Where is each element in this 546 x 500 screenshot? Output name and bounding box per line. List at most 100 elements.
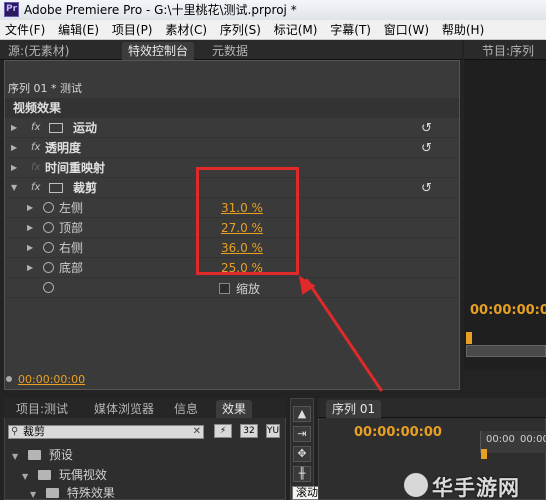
yuv-effects-button[interactable]: YU xyxy=(266,424,280,438)
ripple-edit-tool-icon[interactable]: ✥ xyxy=(293,446,311,462)
tree-item-toy-effects[interactable]: ▼ 玩偶视效 xyxy=(22,466,107,484)
tree-item-label: 玩偶视效 xyxy=(58,468,107,482)
prop-label: 底部 xyxy=(59,261,84,275)
rolling-edit-tool-icon[interactable]: ╫ xyxy=(293,466,311,482)
expand-arrow-icon[interactable]: ▶ xyxy=(11,158,17,178)
highlight-box xyxy=(196,167,299,275)
clear-search-icon[interactable]: ✕ xyxy=(193,426,201,438)
effect-name: 时间重映射 xyxy=(45,161,106,175)
fx-icon[interactable]: fx xyxy=(31,118,40,138)
search-value: 裁剪 xyxy=(23,425,45,438)
menu-marker[interactable]: 标记(M) xyxy=(269,20,322,40)
tab-metadata[interactable]: 元数据 xyxy=(206,42,254,60)
title-bar: Pr Adobe Premiere Pro - G:\十里桃花\测试.prpro… xyxy=(0,0,546,20)
tree-item-label: 特殊效果 xyxy=(66,486,115,500)
reset-icon[interactable]: ↺ xyxy=(421,179,437,199)
prop-label: 左侧 xyxy=(59,201,84,215)
top-tab-row: 源:(无素材) 特效控制台 元数据 xyxy=(0,40,462,60)
expand-arrow-icon[interactable]: ▶ xyxy=(11,118,17,138)
menu-clip[interactable]: 素材(C) xyxy=(160,20,211,40)
32bit-effects-button[interactable]: 32 xyxy=(240,424,258,438)
ruler-label: 00:00 xyxy=(520,434,546,445)
window-title: Adobe Premiere Pro - G:\十里桃花\测试.prproj * xyxy=(24,3,297,17)
effects-search-input[interactable]: ⚲ 裁剪 ✕ xyxy=(8,425,204,439)
watermark-logo-icon xyxy=(404,473,428,497)
menu-sequence[interactable]: 序列(S) xyxy=(215,20,265,40)
tab-info[interactable]: 信息 xyxy=(168,400,204,418)
zoom-label: 缩放 xyxy=(236,282,261,296)
tab-project[interactable]: 项目:测试 xyxy=(10,400,74,418)
expand-arrow-icon[interactable]: ▶ xyxy=(11,138,17,158)
stopwatch-icon[interactable] xyxy=(43,222,54,233)
premiere-app-icon: Pr xyxy=(4,2,19,17)
accelerated-effects-icon[interactable]: ⚡ xyxy=(214,424,232,438)
sequence-label: 序列 01 * 测试 xyxy=(8,82,82,95)
prop-label: 顶部 xyxy=(59,221,84,235)
fx-icon[interactable]: fx xyxy=(31,138,40,158)
expand-arrow-icon[interactable]: ▶ xyxy=(27,218,33,238)
menu-window[interactable]: 窗口(W) xyxy=(379,20,433,40)
tree-item-label: 预设 xyxy=(48,448,73,462)
crop-prop-zoom xyxy=(5,278,459,298)
track-select-tool-icon[interactable]: ⇥ xyxy=(293,426,311,442)
timeline-tab-row: 序列 01 xyxy=(318,398,546,418)
stopwatch-icon[interactable] xyxy=(43,202,54,213)
stopwatch-icon[interactable] xyxy=(43,242,54,253)
fx-icon-disabled: fx xyxy=(31,162,41,173)
playhead-dot-icon xyxy=(6,376,12,382)
expand-arrow-icon[interactable]: ▼ xyxy=(22,472,28,481)
program-monitor xyxy=(464,40,546,370)
effect-name: 裁剪 xyxy=(73,181,98,195)
timeline-playhead[interactable] xyxy=(481,449,487,459)
fx-icon[interactable]: fx xyxy=(31,178,40,198)
zoom-checkbox[interactable] xyxy=(219,283,230,294)
selection-tool-icon[interactable]: ▲ xyxy=(293,406,311,422)
tree-item-presets[interactable]: ▼ 预设 xyxy=(12,446,73,464)
menu-file[interactable]: 文件(F) xyxy=(0,20,49,40)
folder-icon xyxy=(37,470,51,480)
folder-icon xyxy=(27,450,41,460)
tab-program[interactable]: 节目:序列 xyxy=(476,42,540,60)
prop-label: 右侧 xyxy=(59,241,84,255)
crop-transform-icon[interactable] xyxy=(49,183,63,193)
bottom-tab-row: 项目:测试 媒体浏览器 信息 效果 xyxy=(4,398,286,418)
stopwatch-icon[interactable] xyxy=(43,282,54,293)
menu-edit[interactable]: 编辑(E) xyxy=(53,20,103,40)
watermark-text: 华手游网 xyxy=(432,476,520,500)
collapse-arrow-icon[interactable]: ▼ xyxy=(11,178,17,198)
tab-effects[interactable]: 效果 xyxy=(216,400,253,418)
reset-icon[interactable]: ↺ xyxy=(421,119,437,139)
program-playhead[interactable] xyxy=(466,332,472,344)
folder-icon xyxy=(45,488,59,498)
menu-project[interactable]: 项目(P) xyxy=(107,20,157,40)
expand-arrow-icon[interactable]: ▼ xyxy=(30,490,36,499)
menu-bar: 文件(F) 编辑(E) 项目(P) 素材(C) 序列(S) 标记(M) 字幕(T… xyxy=(0,20,546,40)
video-effects-title: 视频效果 xyxy=(13,101,62,115)
tree-item-special-effects[interactable]: ▼ 特殊效果 xyxy=(30,484,115,500)
effect-name: 运动 xyxy=(73,121,98,135)
tab-media-browser[interactable]: 媒体浏览器 xyxy=(88,400,160,418)
program-scrub-bar[interactable] xyxy=(466,345,546,357)
stopwatch-icon[interactable] xyxy=(43,262,54,273)
tab-source[interactable]: 源:(无素材) xyxy=(2,42,75,60)
reset-icon[interactable]: ↺ xyxy=(421,139,437,159)
effect-row-motion[interactable]: ▶ fx 运动 ↺ xyxy=(5,118,459,138)
program-timecode[interactable]: 00:00:00:00 xyxy=(470,303,546,318)
effect-controls-timecode[interactable]: 00:00:00:00 xyxy=(18,373,85,386)
expand-arrow-icon[interactable]: ▶ xyxy=(27,238,33,258)
menu-help[interactable]: 帮助(H) xyxy=(437,20,488,40)
effect-name: 透明度 xyxy=(45,141,82,155)
tab-sequence[interactable]: 序列 01 xyxy=(326,400,382,418)
timeline-timecode[interactable]: 00:00:00:00 xyxy=(354,425,442,440)
effect-row-opacity[interactable]: ▶ fx 透明度 ↺ xyxy=(5,138,459,158)
expand-arrow-icon[interactable]: ▼ xyxy=(12,452,18,461)
video-effects-header: 视频效果 xyxy=(5,98,459,118)
expand-arrow-icon[interactable]: ▶ xyxy=(27,258,33,278)
search-icon: ⚲ xyxy=(11,426,19,437)
ruler-label: 00:00 xyxy=(486,434,515,445)
motion-transform-icon[interactable] xyxy=(49,123,63,133)
menu-title[interactable]: 字幕(T) xyxy=(325,20,375,40)
expand-arrow-icon[interactable]: ▶ xyxy=(27,198,33,218)
program-tab-row: 节目:序列 xyxy=(464,40,546,60)
tab-effect-controls[interactable]: 特效控制台 xyxy=(122,42,195,60)
